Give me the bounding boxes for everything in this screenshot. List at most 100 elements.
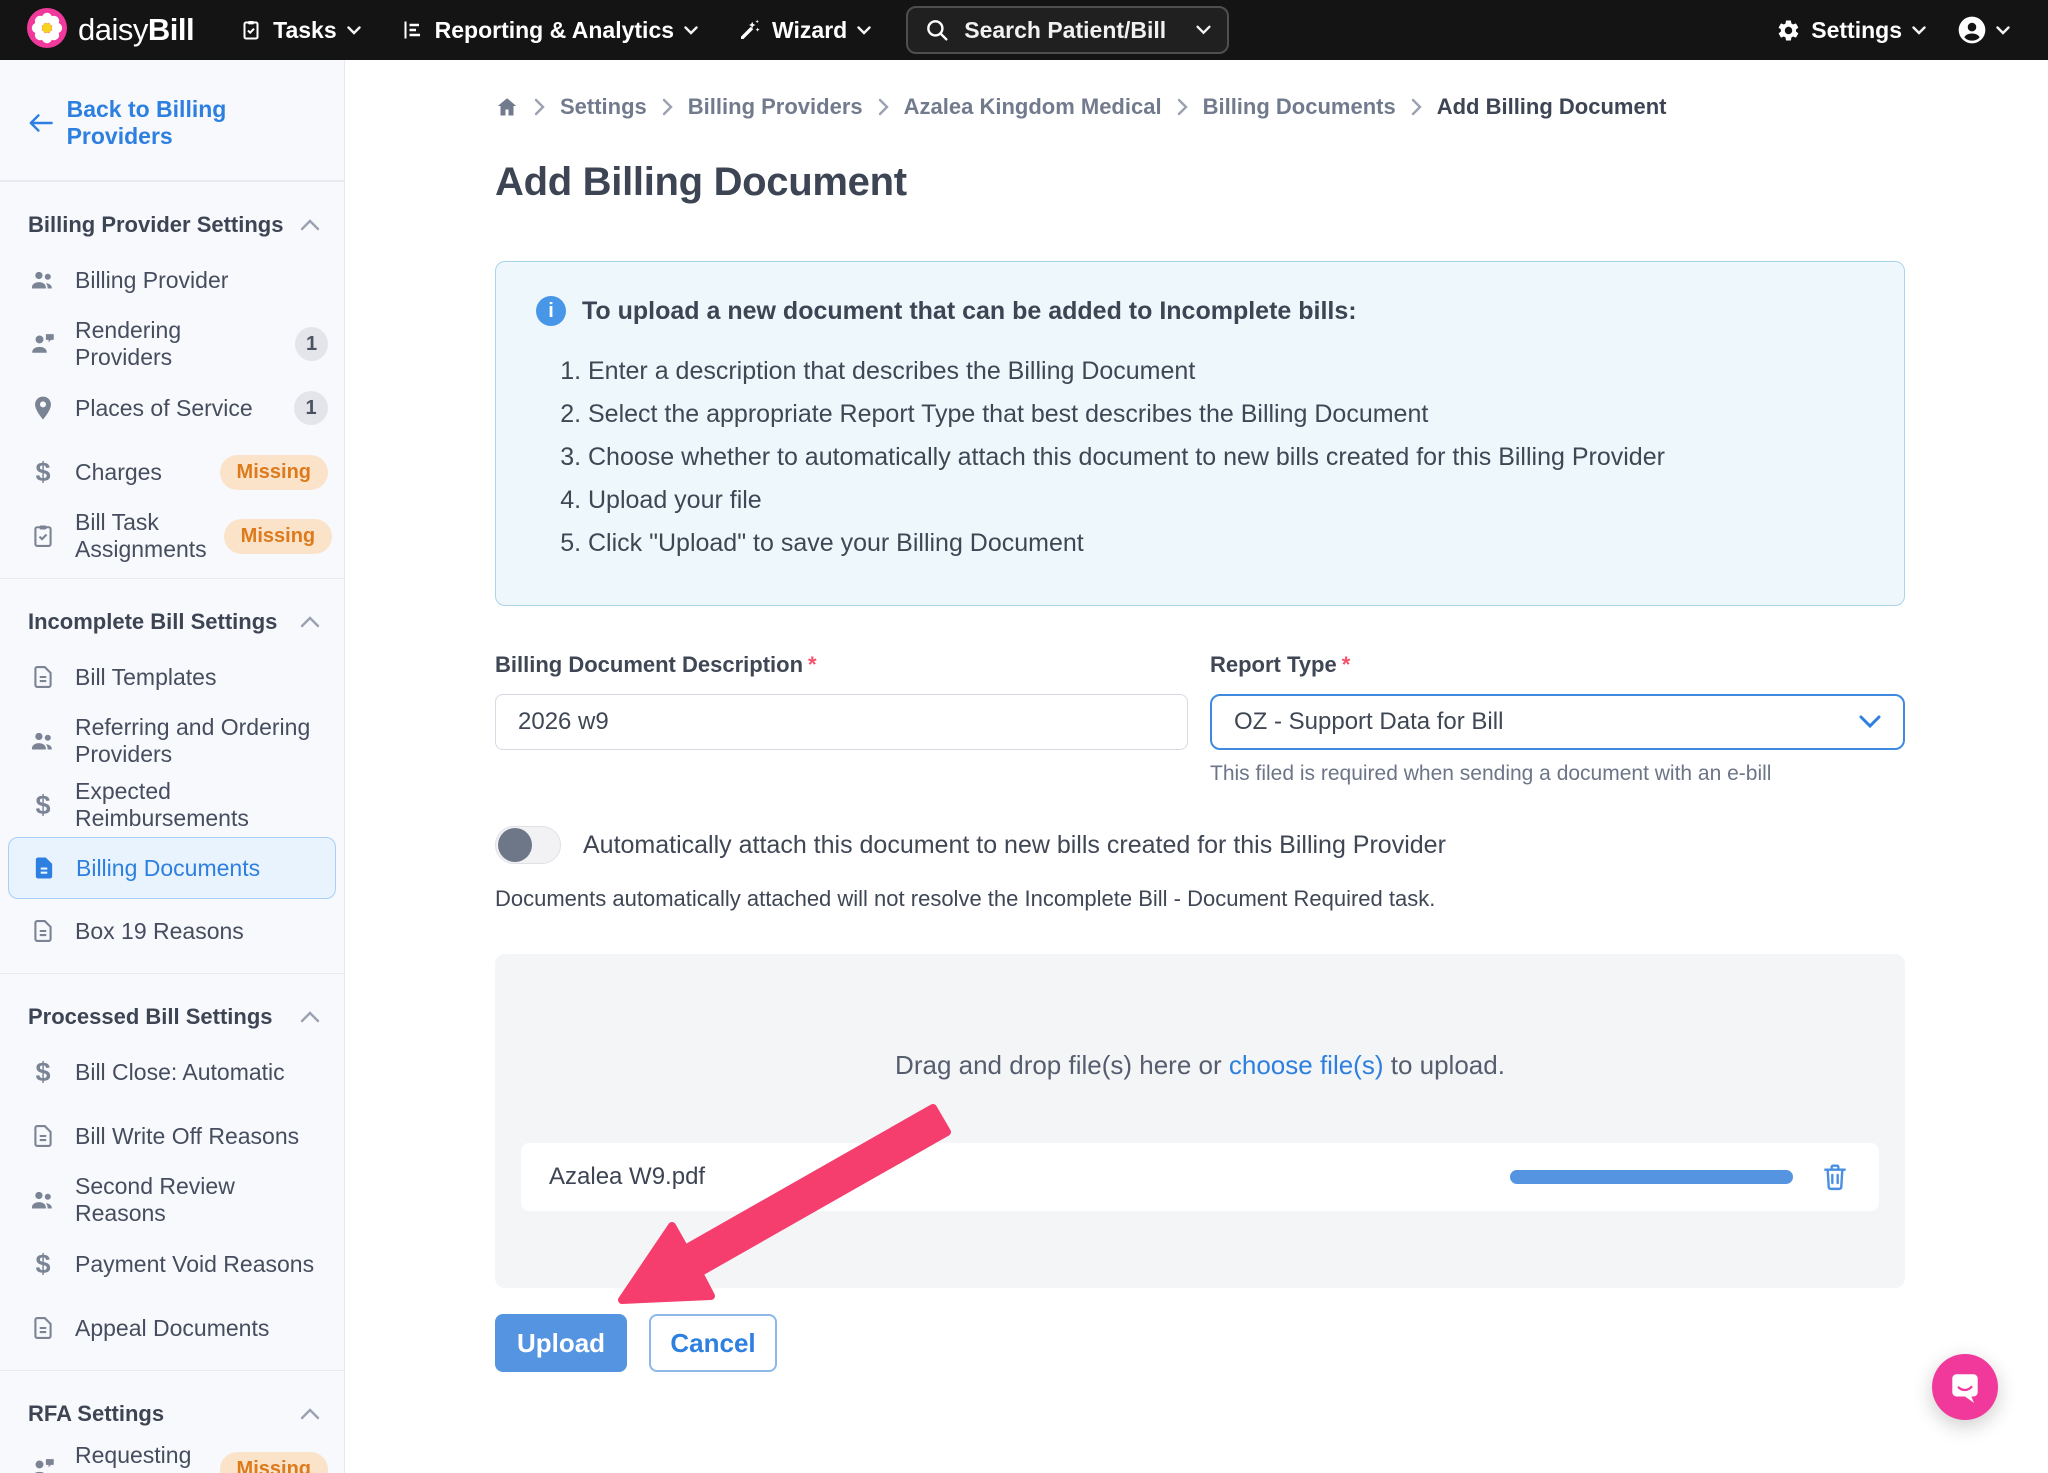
gear-icon bbox=[1776, 18, 1801, 43]
report-type-helper-text: This filed is required when sending a do… bbox=[1210, 762, 1905, 786]
instruction-step: Click "Upload" to save your Billing Docu… bbox=[588, 522, 1864, 565]
breadcrumb-settings[interactable]: Settings bbox=[560, 94, 647, 120]
auto-attach-note: Documents automatically attached will no… bbox=[495, 886, 1905, 912]
page-title: Add Billing Document bbox=[495, 160, 1905, 205]
breadcrumb-azalea-kingdom-medical[interactable]: Azalea Kingdom Medical bbox=[904, 94, 1162, 120]
sidebar-item-label: Rendering Providers bbox=[75, 317, 278, 371]
breadcrumb-current: Add Billing Document bbox=[1437, 94, 1667, 120]
document-icon bbox=[29, 853, 59, 883]
file-name: Azalea W9.pdf bbox=[549, 1163, 705, 1191]
reporting-chart-icon bbox=[401, 18, 425, 42]
section-header[interactable]: RFA Settings bbox=[0, 1377, 344, 1437]
sidebar-item-label: Bill Close: Automatic bbox=[75, 1059, 285, 1086]
nav-wizard[interactable]: Wizard bbox=[721, 0, 888, 60]
daisybill-logo[interactable]: daisyBill bbox=[26, 7, 194, 54]
auto-attach-toggle[interactable] bbox=[495, 826, 561, 864]
report-type-label: Report Type* bbox=[1210, 652, 1905, 678]
sidebar-item-label: Second Review Reasons bbox=[75, 1173, 328, 1227]
nav-account[interactable] bbox=[1956, 0, 2010, 60]
breadcrumb-billing-documents[interactable]: Billing Documents bbox=[1203, 94, 1396, 120]
person-chat-icon bbox=[28, 1454, 58, 1473]
sidebar-item-appeal-documents[interactable]: Appeal Documents bbox=[0, 1296, 344, 1360]
section-rfa-settings: RFA Settings Requesting Physicians Missi… bbox=[0, 1370, 344, 1473]
instructions-list: Enter a description that describes the B… bbox=[588, 350, 1864, 565]
chat-bubble-icon bbox=[1947, 1369, 1983, 1405]
document-icon bbox=[28, 662, 58, 692]
chevron-down-icon bbox=[1912, 26, 1926, 35]
description-input[interactable] bbox=[495, 694, 1188, 750]
search-placeholder: Search Patient/Bill bbox=[964, 17, 1166, 44]
sidebar-item-rendering-providers[interactable]: Rendering Providers 1 bbox=[0, 312, 344, 376]
sidebar-item-referring-and-ordering-providers[interactable]: Referring and Ordering Providers bbox=[0, 709, 344, 773]
choose-files-link[interactable]: choose file(s) bbox=[1229, 1050, 1384, 1080]
sidebar-item-label: Requesting Physicians bbox=[75, 1442, 203, 1473]
description-label: Billing Document Description* bbox=[495, 652, 1188, 678]
sidebar-item-bill-templates[interactable]: Bill Templates bbox=[0, 645, 344, 709]
chevron-right-icon bbox=[1411, 98, 1422, 116]
sidebar-item-bill-write-off-reasons[interactable]: Bill Write Off Reasons bbox=[0, 1104, 344, 1168]
missing-badge: Missing bbox=[224, 519, 332, 554]
section-title: Billing Provider Settings bbox=[28, 212, 283, 238]
chevron-down-icon bbox=[857, 26, 871, 35]
missing-badge: Missing bbox=[220, 455, 328, 490]
sidebar-item-label: Billing Documents bbox=[76, 855, 260, 882]
sidebar-item-expected-reimbursements[interactable]: $ Expected Reimbursements bbox=[0, 773, 344, 837]
settings-sidebar: Back to Billing Providers Billing Provid… bbox=[0, 60, 345, 1473]
sidebar-item-billing-provider[interactable]: Billing Provider bbox=[0, 248, 344, 312]
back-to-billing-providers-link[interactable]: Back to Billing Providers bbox=[0, 60, 344, 181]
section-header[interactable]: Incomplete Bill Settings bbox=[0, 585, 344, 645]
home-icon[interactable] bbox=[495, 95, 519, 119]
back-link-label: Back to Billing Providers bbox=[67, 96, 324, 150]
section-header[interactable]: Billing Provider Settings bbox=[0, 188, 344, 248]
chevron-down-icon[interactable] bbox=[1196, 25, 1211, 35]
sidebar-item-label: Places of Service bbox=[75, 395, 253, 422]
chevron-up-icon bbox=[300, 219, 320, 231]
sidebar-item-payment-void-reasons[interactable]: $ Payment Void Reasons bbox=[0, 1232, 344, 1296]
instructions-info-box: i To upload a new document that can be a… bbox=[495, 261, 1905, 606]
file-dropzone[interactable]: Drag and drop file(s) here or choose fil… bbox=[495, 954, 1905, 1288]
chat-support-button[interactable] bbox=[1932, 1354, 1998, 1420]
info-icon: i bbox=[536, 296, 566, 326]
count-badge: 1 bbox=[294, 391, 328, 425]
search-input[interactable]: Search Patient/Bill bbox=[906, 6, 1229, 54]
sidebar-item-bill-task-assignments[interactable]: Bill Task Assignments Missing bbox=[0, 504, 344, 568]
chevron-down-icon bbox=[1859, 715, 1881, 729]
upload-button[interactable]: Upload bbox=[495, 1314, 627, 1372]
sidebar-item-box-19-reasons[interactable]: Box 19 Reasons bbox=[0, 899, 344, 963]
instruction-step: Select the appropriate Report Type that … bbox=[588, 393, 1864, 436]
dollar-icon: $ bbox=[28, 1249, 58, 1279]
section-title: Incomplete Bill Settings bbox=[28, 609, 277, 635]
document-icon bbox=[28, 916, 58, 946]
missing-badge: Missing bbox=[220, 1452, 328, 1473]
auto-attach-toggle-label: Automatically attach this document to ne… bbox=[583, 831, 1446, 860]
document-icon bbox=[28, 1121, 58, 1151]
sidebar-item-requesting-physicians[interactable]: Requesting Physicians Missing bbox=[0, 1437, 344, 1473]
sidebar-item-billing-documents[interactable]: Billing Documents bbox=[8, 837, 336, 899]
section-billing-provider-settings: Billing Provider Settings Billing Provid… bbox=[0, 181, 344, 578]
chevron-up-icon bbox=[300, 1011, 320, 1023]
people-icon bbox=[28, 1185, 58, 1215]
map-pin-icon bbox=[28, 393, 58, 423]
section-header[interactable]: Processed Bill Settings bbox=[0, 980, 344, 1040]
required-asterisk: * bbox=[808, 652, 817, 677]
section-title: Processed Bill Settings bbox=[28, 1004, 273, 1030]
report-type-select[interactable]: OZ - Support Data for Bill bbox=[1210, 694, 1905, 750]
nav-tasks[interactable]: Tasks bbox=[222, 0, 378, 60]
sidebar-item-places-of-service[interactable]: Places of Service 1 bbox=[0, 376, 344, 440]
sidebar-item-charges[interactable]: $ Charges Missing bbox=[0, 440, 344, 504]
nav-settings[interactable]: Settings bbox=[1776, 0, 1926, 60]
breadcrumb-billing-providers[interactable]: Billing Providers bbox=[688, 94, 863, 120]
sidebar-item-bill-close-automatic[interactable]: $ Bill Close: Automatic bbox=[0, 1040, 344, 1104]
info-heading: To upload a new document that can be add… bbox=[582, 297, 1357, 326]
description-field-group: Billing Document Description* bbox=[495, 652, 1188, 786]
nav-reporting-analytics[interactable]: Reporting & Analytics bbox=[384, 0, 715, 60]
sidebar-item-second-review-reasons[interactable]: Second Review Reasons bbox=[0, 1168, 344, 1232]
nav-settings-label: Settings bbox=[1811, 17, 1902, 44]
trash-icon[interactable] bbox=[1819, 1161, 1851, 1193]
cancel-button[interactable]: Cancel bbox=[649, 1314, 777, 1372]
section-title: RFA Settings bbox=[28, 1401, 164, 1427]
chevron-right-icon bbox=[662, 98, 673, 116]
clipboard-check-icon bbox=[28, 521, 58, 551]
person-chat-icon bbox=[28, 329, 58, 359]
sidebar-item-label: Charges bbox=[75, 459, 162, 486]
